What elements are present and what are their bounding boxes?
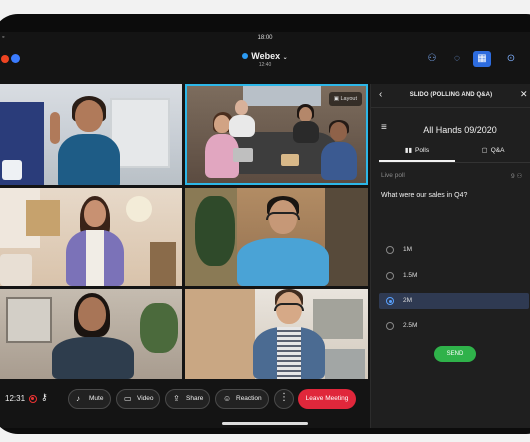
radio-button-selected[interactable]: [386, 297, 394, 305]
mute-button[interactable]: ♪ Mute: [68, 389, 111, 409]
poll-option-label: 1.5M: [403, 272, 418, 279]
reaction-label: Reaction: [236, 395, 262, 402]
panel-title: SLIDO (POLLING AND Q&A): [409, 92, 493, 98]
participant-person: [249, 289, 329, 379]
poll-option-selected[interactable]: 2M: [379, 293, 529, 309]
chat-icon[interactable]: ◌: [448, 51, 466, 67]
radio-button[interactable]: [386, 272, 394, 280]
tab-qa[interactable]: ▢ Q&A: [455, 146, 530, 160]
participant-person: [48, 293, 138, 379]
participant-person: [233, 196, 333, 286]
participant-tile-5[interactable]: [0, 289, 182, 379]
radio-button[interactable]: [386, 322, 394, 330]
participant-tile-3[interactable]: [0, 188, 182, 286]
live-count-value: 9: [511, 173, 515, 180]
close-icon[interactable]: ✕: [520, 89, 528, 100]
share-button[interactable]: ⇪ Share: [165, 389, 210, 409]
more-icon[interactable]: ⊙: [502, 51, 520, 67]
poll-option[interactable]: 2.5M: [379, 318, 529, 334]
tab-polls[interactable]: ▮▮ Polls: [379, 146, 455, 160]
status-time: 18:00: [257, 35, 273, 41]
tab-polls-label: Polls: [415, 147, 430, 154]
participant-tile-1[interactable]: [0, 84, 182, 185]
meeting-controls: 12:31 ⚷ ♪ Mute ▭ Video ⇪ Share ☺ Reaction ⋮ …: [0, 386, 370, 412]
poll-option-label: 2M: [403, 297, 413, 304]
person-add-icon[interactable]: ⚇: [423, 51, 441, 67]
bar-chart-icon: ▮▮: [404, 147, 413, 154]
meeting-clock: 12:31: [5, 394, 26, 403]
send-button[interactable]: SEND: [434, 346, 476, 362]
poll-option-label: 2.5M: [403, 322, 418, 329]
share-icon: ⇪: [173, 394, 180, 403]
key-icon[interactable]: ⚷: [41, 392, 48, 403]
camera-icon: ▭: [124, 394, 132, 403]
live-poll-label: Live poll: [381, 172, 405, 179]
app-title: Webex: [251, 51, 281, 61]
microphone-icon: ♪: [76, 394, 80, 403]
mute-label: Mute: [89, 395, 104, 402]
tab-divider: [379, 162, 530, 163]
security-icon[interactable]: [11, 54, 20, 63]
status-bar: ◦ 18:00: [0, 32, 530, 44]
participant-person: [60, 196, 130, 286]
chevron-down-icon: ⌄: [282, 55, 288, 61]
participant-tile-6[interactable]: [185, 289, 368, 379]
poll-option[interactable]: 1M: [379, 242, 529, 258]
recording-indicator-icon: [29, 395, 37, 403]
leave-meeting-button[interactable]: Leave Meeting: [298, 389, 356, 409]
reaction-button[interactable]: ☺ Reaction: [215, 389, 269, 409]
layout-button[interactable]: ▣ Layout: [328, 92, 362, 106]
share-label: Share: [186, 395, 204, 402]
back-arrow-icon[interactable]: ‹: [379, 89, 382, 100]
layout-label: Layout: [340, 96, 357, 102]
slido-panel: ‹ SLIDO (POLLING AND Q&A) ✕ ≡ All Hands …: [370, 84, 530, 428]
more-options-button[interactable]: ⋮: [274, 389, 294, 409]
participants-icon: ⚇: [516, 173, 523, 180]
poll-option-label: 1M: [403, 246, 413, 253]
qa-icon: ▢: [481, 147, 488, 154]
apps-icon[interactable]: ▦: [473, 51, 491, 67]
radio-button[interactable]: [386, 246, 394, 254]
webex-logo-icon: [242, 53, 249, 59]
meeting-header: Webex ⌄ 12:40 ⚇ ◌ ▦ ⊙: [0, 46, 530, 76]
meeting-timer: 12:40: [258, 62, 272, 68]
tablet-device: ◦ 18:00 Webex ⌄ 12:40 ⚇ ◌ ▦ ⊙ ▣ Layout 1…: [0, 14, 530, 434]
participant-tile-2[interactable]: ▣ Layout: [185, 84, 368, 185]
tab-qa-label: Q&A: [490, 147, 505, 154]
webex-screen: ◦ 18:00 Webex ⌄ 12:40 ⚇ ◌ ▦ ⊙ ▣ Layout 1…: [0, 32, 530, 428]
participant-tile-4[interactable]: [185, 188, 368, 286]
poll-option[interactable]: 1.5M: [379, 268, 529, 284]
home-indicator[interactable]: [222, 422, 308, 425]
hamburger-menu-icon[interactable]: ≡: [381, 122, 387, 133]
video-button[interactable]: ▭ Video: [116, 389, 160, 409]
reaction-icon: ☺: [223, 394, 232, 403]
poll-question: What were our sales in Q4?: [381, 192, 468, 199]
video-grid: ▣ Layout: [0, 84, 370, 380]
panel-header: ‹ SLIDO (POLLING AND Q&A) ✕: [371, 84, 530, 108]
meeting-title[interactable]: Webex ⌄ 12:40: [230, 51, 300, 68]
event-name: All Hands 09/2020: [423, 125, 497, 135]
participant-person: [48, 94, 128, 185]
recording-icon: [1, 55, 9, 63]
video-label: Video: [137, 395, 154, 402]
live-poll-count: 9 ⚇: [511, 172, 522, 180]
